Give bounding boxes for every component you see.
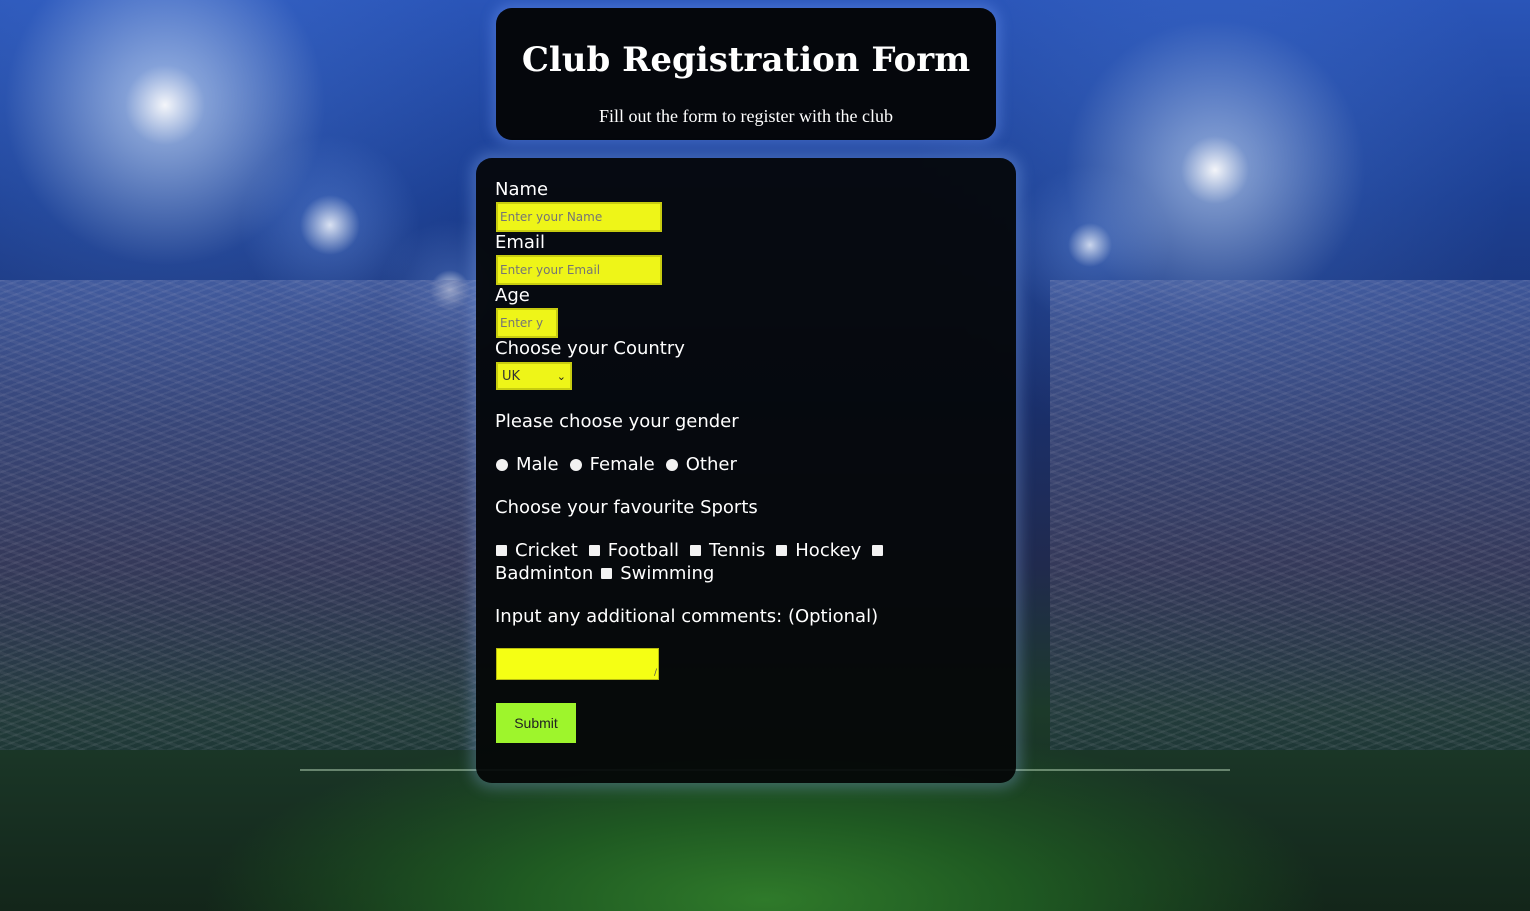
sport-option-swimming[interactable]: Swimming	[601, 563, 714, 584]
resize-grip-icon[interactable]: ∕	[654, 669, 657, 678]
country-select[interactable]: UK ⌄	[496, 362, 572, 390]
radio-male[interactable]	[496, 458, 508, 471]
header-card: Club Registration Form Fill out the form…	[496, 8, 996, 140]
sport-badminton-label[interactable]: Badminton	[495, 563, 593, 584]
checkbox-football[interactable]	[588, 545, 600, 556]
stadium-crowd-left	[0, 280, 480, 750]
sports-options-row2: Badminton Swimming	[495, 563, 717, 584]
sport-hockey-label: Hockey	[795, 540, 862, 561]
page-subtitle: Fill out the form to register with the c…	[599, 106, 893, 126]
sport-option-cricket[interactable]: Cricket	[496, 540, 578, 561]
gender-options: Male Female Other	[496, 454, 740, 475]
age-input[interactable]	[496, 308, 558, 338]
gender-label: Please choose your gender	[495, 411, 739, 432]
radio-other[interactable]	[665, 458, 678, 471]
gender-female-label: Female	[589, 454, 655, 475]
stadium-crowd-right	[1050, 280, 1530, 750]
gender-option-male[interactable]: Male	[496, 454, 559, 475]
pitch-lines	[300, 769, 1230, 911]
checkbox-cricket[interactable]	[496, 545, 507, 556]
name-input[interactable]	[496, 202, 662, 232]
checkbox-hockey[interactable]	[776, 545, 788, 556]
sport-option-hockey[interactable]: Hockey	[776, 540, 861, 561]
radio-female[interactable]	[569, 458, 582, 471]
page-title: Club Registration Form	[521, 40, 971, 80]
sport-tennis-label: Tennis	[709, 540, 766, 561]
name-label: Name	[495, 179, 549, 200]
comments-label: Input any additional comments: (Optional…	[495, 606, 879, 627]
checkbox-tennis[interactable]	[690, 545, 702, 556]
sport-option-tennis[interactable]: Tennis	[690, 540, 765, 561]
country-selected-value: UK	[502, 368, 521, 384]
sport-swimming-label: Swimming	[620, 563, 715, 584]
age-label: Age	[495, 285, 530, 306]
sports-label: Choose your favourite Sports	[495, 497, 758, 518]
gender-male-label: Male	[516, 454, 559, 475]
submit-button[interactable]: Submit	[496, 703, 576, 743]
comments-textarea[interactable]: ∕	[496, 648, 659, 680]
sports-options-row1: Cricket Football Tennis Hockey	[496, 540, 884, 561]
sport-cricket-label: Cricket	[515, 540, 578, 561]
checkbox-swimming[interactable]	[601, 568, 613, 579]
gender-option-other[interactable]: Other	[665, 454, 737, 475]
sport-option-football[interactable]: Football	[588, 540, 680, 561]
registration-form: Name Email Age Choose your Country UK ⌄ …	[476, 158, 1016, 783]
country-label: Choose your Country	[495, 338, 685, 359]
email-input[interactable]	[496, 255, 662, 285]
gender-other-label: Other	[685, 454, 737, 475]
gender-option-female[interactable]: Female	[569, 454, 655, 475]
chevron-down-icon: ⌄	[556, 369, 566, 383]
email-label: Email	[495, 232, 545, 253]
sport-football-label: Football	[607, 540, 680, 561]
checkbox-badminton[interactable]	[872, 545, 884, 556]
